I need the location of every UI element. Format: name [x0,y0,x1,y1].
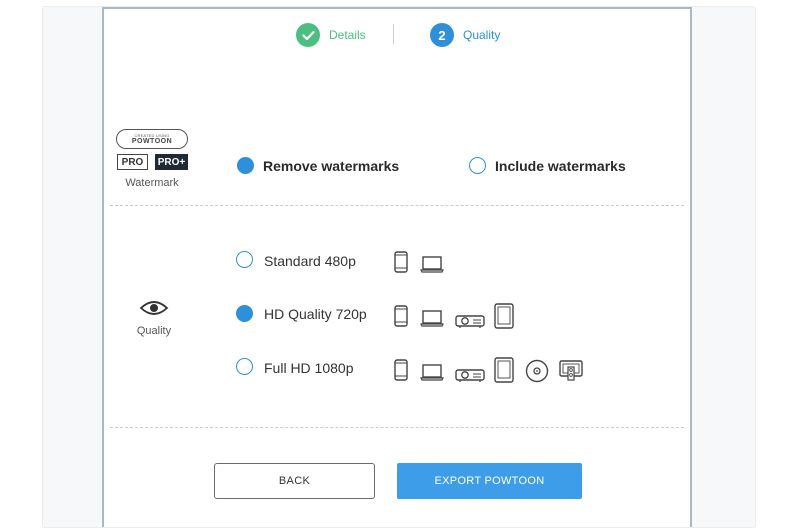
eye-icon [126,299,182,320]
laptop-icon [420,256,444,273]
laptop-icon [420,364,444,381]
full-hd-1080p-label[interactable]: Full HD 1080p [264,360,354,376]
pro-plus-tag: PRO+ [155,154,188,170]
projector-icon [455,369,485,382]
standard-480p-radio[interactable] [236,251,253,268]
hd-720p-radio[interactable] [236,305,253,322]
full-hd-1080p-radio[interactable] [236,358,253,375]
include-watermarks-label[interactable]: Include watermarks [495,158,626,174]
back-button[interactable]: BACK [214,463,375,499]
step-details-label: Details [329,28,366,42]
phone-icon [394,305,408,327]
tv-icon [559,360,583,381]
remove-watermarks-label[interactable]: Remove watermarks [263,158,399,174]
quality-caption: Quality [136,325,172,337]
standard-480p-label[interactable]: Standard 480p [264,253,356,269]
laptop-icon [420,310,444,327]
phone-icon [394,359,408,381]
tablet-icon [494,303,514,329]
watermark-logo-text: POWTOON [131,137,173,145]
step-quality[interactable]: 2 Quality [430,22,500,48]
projector-icon [455,315,485,328]
checkmark-icon [296,23,320,47]
step-details[interactable]: Details [296,22,366,48]
include-watermarks-radio[interactable] [469,157,486,174]
remove-watermarks-radio[interactable] [237,157,254,174]
section-divider [110,427,684,428]
export-dialog: Details 2 Quality CREATED USING POWTOON … [102,7,692,527]
tablet-icon [494,357,514,383]
hd-720p-label[interactable]: HD Quality 720p [264,306,367,322]
powtoon-watermark-logo: CREATED USING POWTOON [116,129,188,149]
step-quality-label: Quality [463,28,501,42]
watermark-caption: Watermark [125,177,179,189]
pro-tag: PRO [117,154,148,170]
stepper-divider [393,24,394,44]
export-powtoon-button[interactable]: EXPORT POWTOON [397,463,582,499]
disc-icon [525,359,549,383]
phone-icon [394,251,408,273]
step-number-badge: 2 [430,23,454,47]
section-divider [110,205,684,206]
